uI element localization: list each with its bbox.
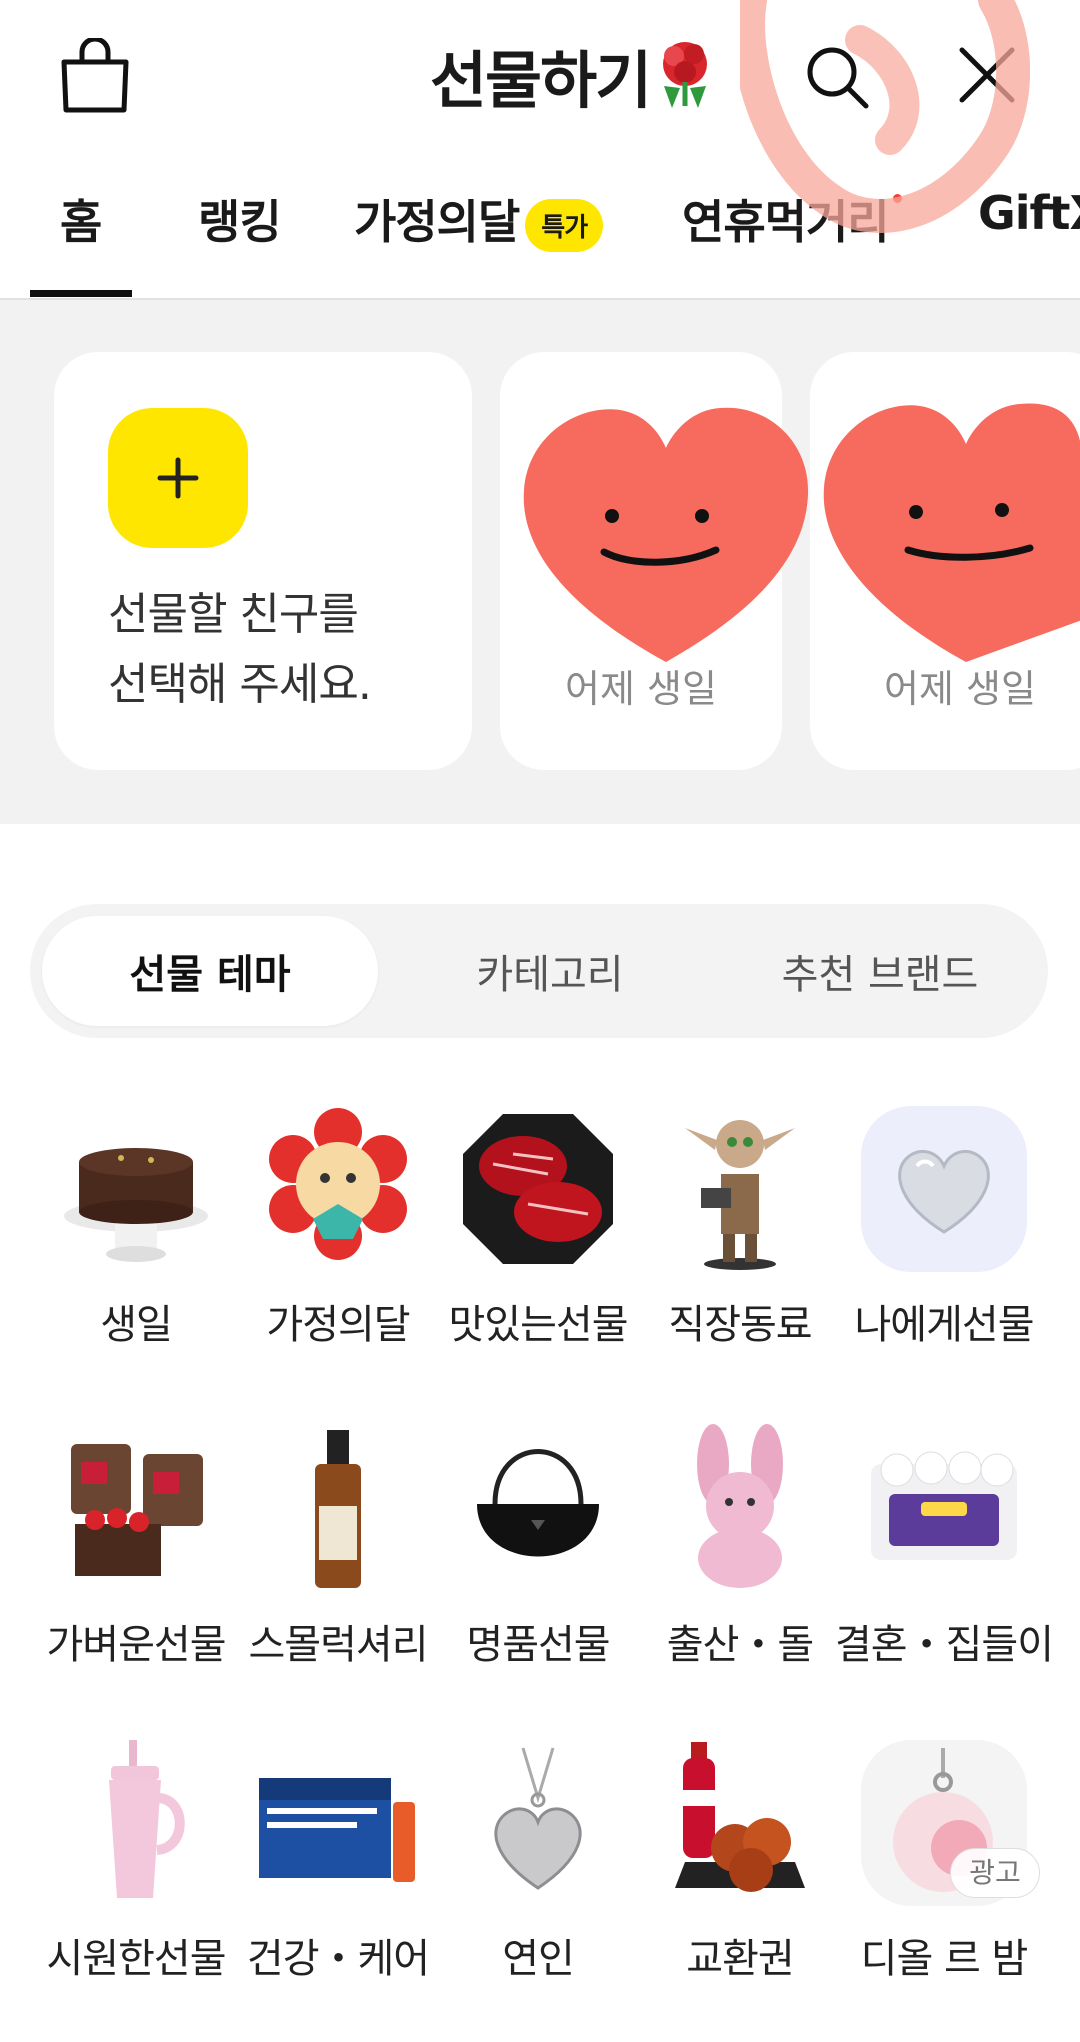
- theme-label: 결혼・집들이: [835, 1622, 1054, 1668]
- theme-label: 교환권: [686, 1936, 794, 1982]
- bunny-plush-icon: [697, 1424, 783, 1588]
- add-friend-line2: 선택해 주세요.: [108, 659, 372, 710]
- theme-label: 직장동료: [668, 1302, 812, 1348]
- theme-wedding-housewarming[interactable]: 결혼・집들이: [835, 1424, 1054, 1668]
- theme-coworker[interactable]: 직장동료: [640, 1104, 840, 1348]
- add-friend-button[interactable]: [108, 408, 248, 548]
- tab-holiday-food[interactable]: 연휴먹거리: [682, 186, 902, 252]
- coffee-cake-icon: [71, 1444, 203, 1576]
- page-title-wrap: 선물하기: [430, 30, 716, 120]
- theme-health-care[interactable]: 건강・케어: [238, 1738, 438, 1982]
- main-tabs: 홈 랭킹 가정의달특가 연휴먹거리 GiftX: [0, 156, 1080, 300]
- birthday-label: 어제 생일: [565, 667, 717, 711]
- theme-birthday[interactable]: 생일: [36, 1104, 236, 1348]
- beef-icon: [463, 1114, 613, 1264]
- theme-cool-gift[interactable]: 시원한선물: [36, 1738, 236, 1982]
- silver-heart-icon: [861, 1106, 1027, 1272]
- theme-family-month[interactable]: 가정의달: [238, 1104, 438, 1348]
- ad-badge: 광고: [950, 1848, 1040, 1898]
- supplement-box-icon: [259, 1778, 415, 1882]
- theme-label: 출산・돌: [666, 1622, 814, 1668]
- figure-icon: [685, 1120, 795, 1270]
- theme-label: 스몰럭셔리: [248, 1622, 429, 1668]
- tumbler-icon: [109, 1740, 185, 1898]
- add-friend-line1: 선물할 친구를: [108, 589, 359, 640]
- search-icon[interactable]: [804, 44, 870, 110]
- theme-label: 가벼운선물: [46, 1622, 227, 1668]
- tab-label: 연휴먹거리: [682, 195, 890, 249]
- tissue-pack-icon: [871, 1451, 1017, 1560]
- sale-badge: 특가: [525, 199, 604, 252]
- add-friend-text: 선물할 친구를 선택해 주세요.: [108, 580, 372, 720]
- heart-smiley-sticker: [523, 407, 809, 662]
- tab-giftx[interactable]: GiftX: [978, 186, 1080, 240]
- birthday-label: 어제 생일: [884, 667, 1036, 711]
- heart-necklace-icon: [494, 1747, 582, 1890]
- tab-label: GiftX: [978, 186, 1080, 240]
- theme-gift-to-me[interactable]: 나에게선물: [844, 1104, 1044, 1348]
- theme-small-luxury[interactable]: 스몰럭셔리: [238, 1424, 438, 1668]
- tab-ranking[interactable]: 랭킹: [198, 186, 282, 252]
- theme-lover[interactable]: 연인: [438, 1738, 638, 1982]
- active-tab-indicator: [30, 290, 132, 297]
- close-icon[interactable]: [956, 44, 1018, 106]
- theme-voucher[interactable]: 교환권: [640, 1738, 840, 1982]
- perfume-bottle-icon: [315, 1430, 361, 1588]
- theme-birth-first-birthday[interactable]: 출산・돌: [640, 1424, 840, 1668]
- theme-label: 가정의달: [266, 1302, 410, 1348]
- theme-label: 맛있는선물: [448, 1302, 629, 1348]
- theme-segmented-control: 선물 테마 카테고리 추천 브랜드: [30, 904, 1048, 1038]
- theme-label: 디올 르 밤: [860, 1936, 1029, 1982]
- theme-label: 나에게선물: [854, 1302, 1035, 1348]
- flower-cookie-icon: [269, 1108, 407, 1260]
- carnation-icon: [663, 42, 708, 108]
- theme-label: 건강・케어: [246, 1936, 430, 1982]
- segment-recommended-brand[interactable]: 추천 브랜드: [720, 942, 1040, 1000]
- tab-label: 랭킹: [198, 195, 282, 249]
- cake-icon: [64, 1148, 208, 1262]
- add-friend-card[interactable]: 선물할 친구를 선택해 주세요.: [54, 352, 472, 770]
- tab-label: 홈: [60, 195, 102, 249]
- heart-smiley-sticker: [823, 403, 1080, 662]
- new-dot: [892, 194, 902, 203]
- theme-label: 시원한선물: [46, 1936, 227, 1982]
- plus-icon: [157, 457, 199, 499]
- handbag-icon: [477, 1449, 599, 1557]
- header: 선물하기: [0, 0, 1080, 156]
- theme-label: 연인: [502, 1936, 575, 1982]
- theme-luxury-gift[interactable]: 명품선물: [438, 1424, 638, 1668]
- page-title: 선물하기: [430, 44, 652, 117]
- theme-label: 명품선물: [466, 1622, 610, 1668]
- theme-label: 생일: [100, 1302, 173, 1348]
- tab-label: 가정의달: [354, 195, 520, 249]
- friend-selector: 선물할 친구를 선택해 주세요. 어제 생일 어제 생일: [0, 300, 1080, 824]
- tab-home[interactable]: 홈: [60, 186, 102, 252]
- chicken-cola-icon: [675, 1742, 805, 1892]
- segment-category[interactable]: 카테고리: [400, 942, 700, 1000]
- segment-gift-theme[interactable]: 선물 테마: [42, 942, 378, 1000]
- tab-family-month[interactable]: 가정의달 특가: [354, 186, 604, 252]
- theme-light-gift[interactable]: 가벼운선물: [36, 1424, 236, 1668]
- theme-tasty-gift[interactable]: 맛있는선물: [438, 1104, 638, 1348]
- shopping-bag-icon[interactable]: [58, 38, 132, 114]
